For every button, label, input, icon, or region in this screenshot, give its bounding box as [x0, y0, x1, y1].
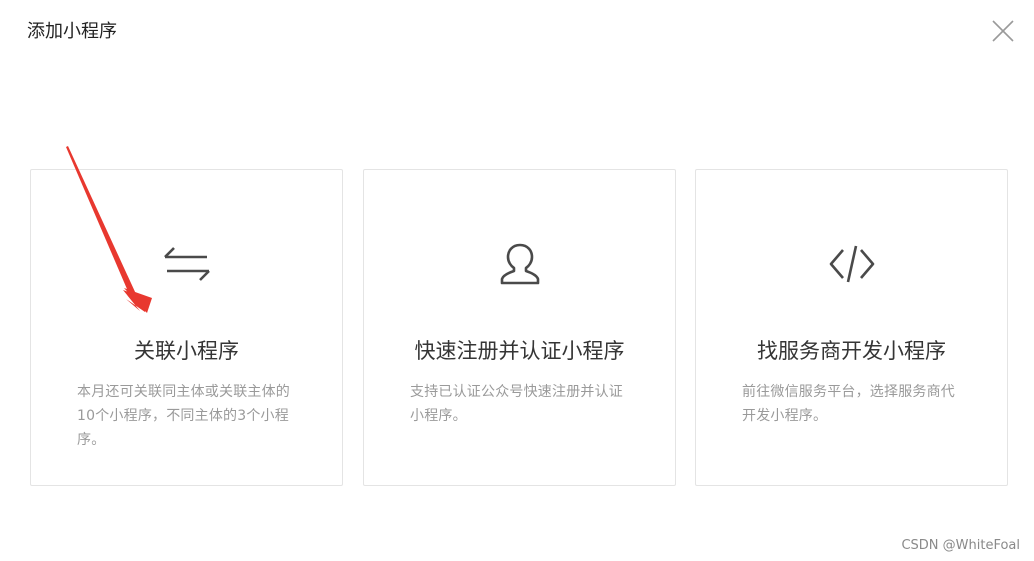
card-title: 快速注册并认证小程序 [414, 339, 625, 363]
user-icon [496, 242, 544, 286]
dialog-title: 添加小程序 [27, 21, 117, 42]
card-service-provider[interactable]: 找服务商开发小程序 前往微信服务平台，选择服务商代开发小程序。 [695, 169, 1008, 486]
option-cards: 关联小程序 本月还可关联同主体或关联主体的10个小程序，不同主体的3个小程序。 … [30, 169, 1010, 488]
card-description: 支持已认证公众号快速注册并认证小程序。 [410, 384, 623, 424]
card-description: 前往微信服务平台，选择服务商代开发小程序。 [742, 384, 955, 424]
card-title: 关联小程序 [134, 339, 239, 363]
close-button[interactable] [990, 18, 1016, 44]
transfer-arrows-icon [163, 242, 211, 286]
card-quick-register[interactable]: 快速注册并认证小程序 支持已认证公众号快速注册并认证小程序。 [363, 169, 676, 486]
close-icon [992, 20, 1014, 42]
card-link-mini-program[interactable]: 关联小程序 本月还可关联同主体或关联主体的10个小程序，不同主体的3个小程序。 [30, 169, 343, 486]
card-title: 找服务商开发小程序 [757, 339, 946, 363]
watermark: CSDN @WhiteFoal [901, 538, 1020, 553]
card-description: 本月还可关联同主体或关联主体的10个小程序，不同主体的3个小程序。 [77, 384, 290, 448]
code-icon [828, 242, 876, 286]
